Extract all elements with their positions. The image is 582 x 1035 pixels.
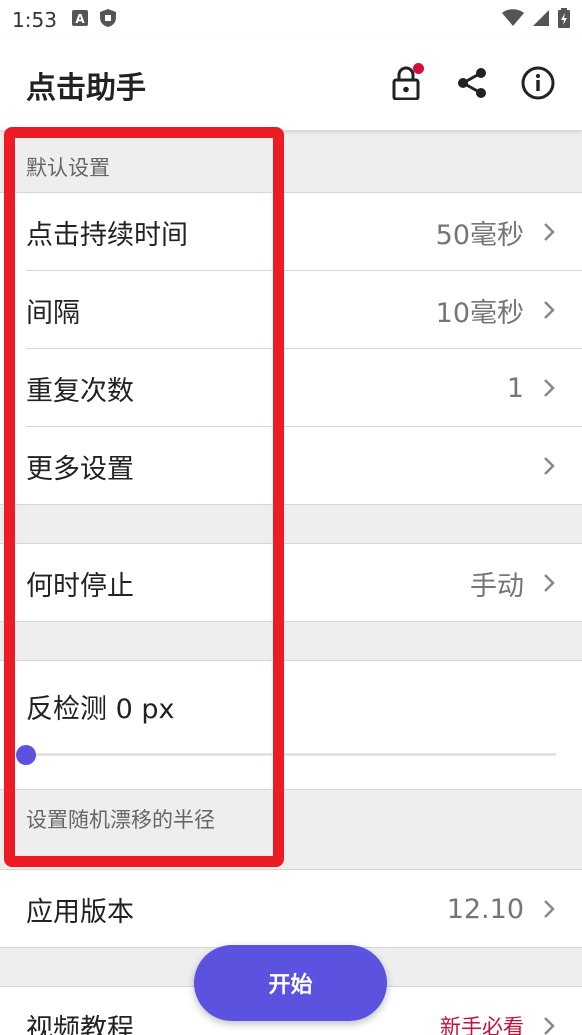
row-value: 1 <box>506 372 524 404</box>
signal-icon <box>532 8 550 32</box>
info-icon <box>521 66 555 104</box>
row-label: 更多设置 <box>26 453 134 485</box>
battery-charging-icon <box>558 7 570 33</box>
row-click-duration[interactable]: 点击持续时间 50毫秒 <box>0 193 582 271</box>
row-value: 手动 <box>470 570 524 602</box>
shield-icon <box>99 8 117 33</box>
row-when-to-stop[interactable]: 何时停止 手动 <box>0 544 582 622</box>
row-label: 何时停止 <box>26 570 134 602</box>
section-header-default: 默认设置 <box>0 130 582 192</box>
share-button[interactable] <box>454 67 490 103</box>
chevron-right-icon <box>542 898 556 920</box>
lock-button[interactable] <box>388 63 424 103</box>
row-label: 点击持续时间 <box>26 219 188 251</box>
status-bar: 1:53 A <box>0 0 582 40</box>
chevron-right-icon <box>542 572 556 594</box>
row-interval[interactable]: 间隔 10毫秒 <box>0 271 582 349</box>
anti-detect-hint: 设置随机漂移的半径 <box>0 790 582 870</box>
notification-badge <box>413 63 424 74</box>
row-more-settings[interactable]: 更多设置 <box>0 427 582 505</box>
app-title: 点击助手 <box>26 71 146 106</box>
drift-radius-slider-track[interactable] <box>26 753 556 756</box>
svg-text:A: A <box>75 12 85 26</box>
status-time: 1:53 <box>12 8 57 32</box>
row-value: 50毫秒 <box>435 219 524 251</box>
row-value: 新手必看 <box>440 1015 524 1035</box>
wifi-icon <box>502 8 524 32</box>
settings-list: 默认设置 点击持续时间 50毫秒 间隔 10毫秒 重复次数 1 更多设置 何时停… <box>0 130 582 1035</box>
chevron-right-icon <box>542 455 556 477</box>
row-value: 12.10 <box>446 893 524 925</box>
chevron-right-icon <box>542 1015 556 1035</box>
chevron-right-icon <box>542 221 556 243</box>
anti-detect-card: 反检测 0 px <box>0 661 582 789</box>
row-label: 间隔 <box>26 297 80 329</box>
chevron-right-icon <box>542 299 556 321</box>
row-repeat-count[interactable]: 重复次数 1 <box>0 349 582 427</box>
font-icon: A <box>71 8 89 32</box>
anti-detect-label: 反检测 0 px <box>26 694 175 725</box>
start-button[interactable]: 开始 <box>194 945 387 1021</box>
row-value: 10毫秒 <box>435 297 524 329</box>
row-label: 应用版本 <box>26 896 134 928</box>
app-bar: 点击助手 <box>0 40 582 130</box>
row-label: 视频教程 <box>26 1013 134 1035</box>
chevron-right-icon <box>542 377 556 399</box>
row-app-version[interactable]: 应用版本 12.10 <box>0 870 582 948</box>
drift-radius-slider-thumb[interactable] <box>16 745 36 765</box>
share-icon <box>456 67 488 103</box>
row-label: 重复次数 <box>26 375 134 407</box>
info-button[interactable] <box>520 66 556 104</box>
